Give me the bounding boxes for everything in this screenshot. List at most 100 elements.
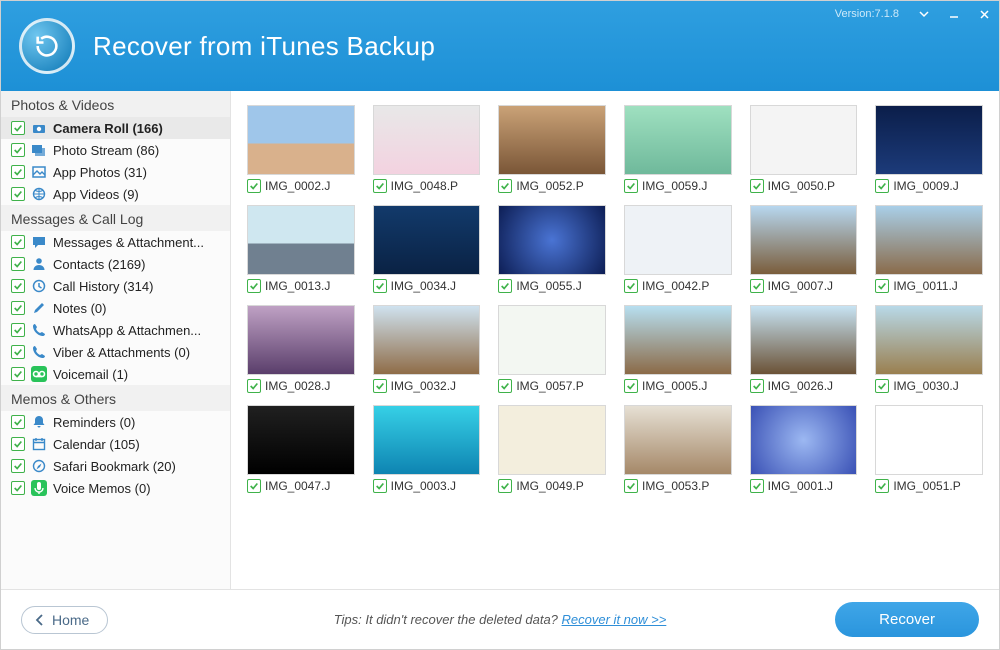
checkbox[interactable] [247,279,261,293]
sidebar-item[interactable]: Reminders (0) [1,411,230,433]
checkbox[interactable] [11,279,25,293]
checkbox[interactable] [373,379,387,393]
thumbnail[interactable]: IMG_0002.J [247,105,355,193]
checkbox[interactable] [875,379,889,393]
sidebar-item[interactable]: Messages & Attachment... [1,231,230,253]
sidebar-item[interactable]: WhatsApp & Attachmen... [1,319,230,341]
thumbnail[interactable]: IMG_0034.J [373,205,481,293]
thumbnail-image[interactable] [247,205,355,275]
thumbnail[interactable]: IMG_0005.J [624,305,732,393]
checkbox[interactable] [11,121,25,135]
sidebar-item[interactable]: Safari Bookmark (20) [1,455,230,477]
thumbnail-image[interactable] [373,205,481,275]
thumbnail[interactable]: IMG_0032.J [373,305,481,393]
thumbnail[interactable]: IMG_0001.J [750,405,858,493]
checkbox[interactable] [11,257,25,271]
checkbox[interactable] [11,143,25,157]
checkbox[interactable] [498,479,512,493]
thumbnail[interactable]: IMG_0052.P [498,105,606,193]
recover-button[interactable]: Recover [835,602,979,637]
thumbnail[interactable]: IMG_0011.J [875,205,983,293]
checkbox[interactable] [11,323,25,337]
thumbnail-image[interactable] [373,305,481,375]
checkbox[interactable] [750,479,764,493]
checkbox[interactable] [373,479,387,493]
recover-now-link[interactable]: Recover it now >> [562,612,667,627]
sidebar-item[interactable]: Notes (0) [1,297,230,319]
checkbox[interactable] [11,165,25,179]
thumbnail[interactable]: IMG_0050.P [750,105,858,193]
thumbnail-image[interactable] [750,305,858,375]
thumbnail[interactable]: IMG_0059.J [624,105,732,193]
thumbnail-image[interactable] [373,105,481,175]
thumbnail-image[interactable] [875,405,983,475]
checkbox[interactable] [11,459,25,473]
minimize-button[interactable] [939,1,969,27]
checkbox[interactable] [498,279,512,293]
thumbnail-image[interactable] [247,305,355,375]
thumbnail[interactable]: IMG_0053.P [624,405,732,493]
sidebar-item[interactable]: Viber & Attachments (0) [1,341,230,363]
checkbox[interactable] [11,415,25,429]
thumbnail-image[interactable] [498,405,606,475]
thumbnail[interactable]: IMG_0049.P [498,405,606,493]
dropdown-button[interactable] [909,1,939,27]
checkbox[interactable] [11,235,25,249]
checkbox[interactable] [247,179,261,193]
checkbox[interactable] [750,179,764,193]
checkbox[interactable] [498,379,512,393]
checkbox[interactable] [11,367,25,381]
thumbnail[interactable]: IMG_0042.P [624,205,732,293]
thumbnail[interactable]: IMG_0013.J [247,205,355,293]
thumbnail-image[interactable] [624,405,732,475]
checkbox[interactable] [373,279,387,293]
thumbnail-image[interactable] [875,305,983,375]
checkbox[interactable] [247,479,261,493]
thumbnail-image[interactable] [624,105,732,175]
sidebar-item[interactable]: Voice Memos (0) [1,477,230,499]
checkbox[interactable] [875,479,889,493]
checkbox[interactable] [11,345,25,359]
checkbox[interactable] [11,301,25,315]
sidebar-item[interactable]: Photo Stream (86) [1,139,230,161]
checkbox[interactable] [875,279,889,293]
thumbnail[interactable]: IMG_0009.J [875,105,983,193]
checkbox[interactable] [11,437,25,451]
thumbnail[interactable]: IMG_0055.J [498,205,606,293]
checkbox[interactable] [11,187,25,201]
thumbnail-image[interactable] [875,205,983,275]
sidebar-item[interactable]: Voicemail (1) [1,363,230,385]
thumbnail-image[interactable] [750,405,858,475]
thumbnail-image[interactable] [750,105,858,175]
sidebar-item[interactable]: Call History (314) [1,275,230,297]
thumbnail-image[interactable] [498,205,606,275]
checkbox[interactable] [11,481,25,495]
thumbnail[interactable]: IMG_0047.J [247,405,355,493]
thumbnail[interactable]: IMG_0007.J [750,205,858,293]
sidebar-item[interactable]: App Photos (31) [1,161,230,183]
thumbnail-image[interactable] [247,405,355,475]
checkbox[interactable] [624,379,638,393]
home-button[interactable]: Home [21,606,108,634]
thumbnail[interactable]: IMG_0026.J [750,305,858,393]
sidebar-item[interactable]: Camera Roll (166) [1,117,230,139]
thumbnail-image[interactable] [750,205,858,275]
checkbox[interactable] [373,179,387,193]
checkbox[interactable] [498,179,512,193]
thumbnail-image[interactable] [624,305,732,375]
thumbnail[interactable]: IMG_0057.P [498,305,606,393]
thumbnail[interactable]: IMG_0048.P [373,105,481,193]
sidebar-item[interactable]: Calendar (105) [1,433,230,455]
thumbnail-image[interactable] [498,105,606,175]
checkbox[interactable] [247,379,261,393]
sidebar-item[interactable]: Contacts (2169) [1,253,230,275]
checkbox[interactable] [750,279,764,293]
sidebar-item[interactable]: App Videos (9) [1,183,230,205]
thumbnail-image[interactable] [498,305,606,375]
thumbnail[interactable]: IMG_0028.J [247,305,355,393]
checkbox[interactable] [624,179,638,193]
checkbox[interactable] [624,479,638,493]
thumbnail[interactable]: IMG_0030.J [875,305,983,393]
thumbnail-image[interactable] [624,205,732,275]
thumbnail-image[interactable] [875,105,983,175]
